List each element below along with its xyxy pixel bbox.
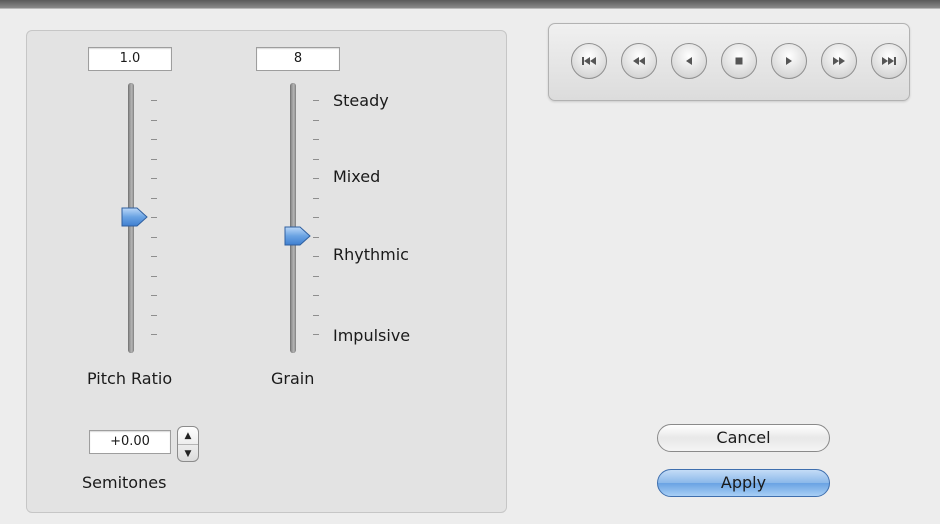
slider-tick	[313, 275, 319, 277]
slider-tick	[151, 256, 157, 257]
slider-tick	[313, 100, 319, 101]
grain-field[interactable]: 8	[256, 47, 340, 71]
semitones-field[interactable]: +0.00	[89, 430, 171, 454]
grain-label: Grain	[271, 369, 315, 388]
grain-slider-knob[interactable]	[283, 225, 311, 247]
slider-tick	[151, 314, 157, 316]
slider-tick	[313, 139, 319, 140]
grain-scale-steady: Steady	[333, 91, 389, 110]
slider-tick	[313, 334, 319, 335]
slider-tick	[151, 178, 157, 179]
slider-tick	[151, 119, 157, 121]
slider-tick	[313, 217, 319, 218]
cancel-button[interactable]: Cancel	[657, 424, 830, 452]
semitones-stepper[interactable]: ▲ ▼	[177, 426, 199, 462]
slider-tick	[313, 158, 319, 160]
semitones-label: Semitones	[82, 473, 167, 492]
grain-scale-impulsive: Impulsive	[333, 326, 411, 345]
grain-slider-track[interactable]	[290, 83, 296, 353]
slider-tick	[313, 314, 319, 316]
slider-tick	[313, 256, 319, 257]
slider-tick	[151, 295, 157, 296]
grain-scale-rhythmic: Rhythmic	[333, 245, 409, 264]
slider-tick	[151, 334, 157, 335]
skip-to-end-icon[interactable]	[871, 43, 907, 79]
window-top-divider	[0, 8, 940, 9]
stepper-up-arrow-icon[interactable]: ▲	[178, 427, 198, 444]
slider-tick	[151, 100, 157, 101]
apply-button[interactable]: Apply	[657, 469, 830, 497]
fast-forward-icon[interactable]	[821, 43, 857, 79]
grain-scale-mixed: Mixed	[333, 167, 381, 186]
slider-tick	[313, 119, 319, 121]
slider-tick	[313, 197, 319, 199]
slider-tick	[313, 295, 319, 296]
play-icon[interactable]	[771, 43, 807, 79]
rewind-icon[interactable]	[621, 43, 657, 79]
step-back-icon[interactable]	[671, 43, 707, 79]
slider-tick	[151, 197, 157, 199]
slider-tick	[151, 236, 157, 238]
stepper-down-arrow-icon[interactable]: ▼	[178, 444, 198, 462]
pitch-ratio-label: Pitch Ratio	[87, 369, 173, 388]
slider-tick	[151, 275, 157, 277]
stop-icon[interactable]	[721, 43, 757, 79]
skip-to-start-icon[interactable]	[571, 43, 607, 79]
slider-tick	[313, 236, 319, 238]
transport-controls	[548, 23, 910, 101]
pitch-ratio-slider-knob[interactable]	[120, 206, 148, 228]
slider-tick	[151, 139, 157, 140]
slider-tick	[151, 217, 157, 218]
slider-tick	[151, 158, 157, 160]
pitch-ratio-field[interactable]: 1.0	[88, 47, 172, 71]
window-top-edge	[0, 0, 940, 8]
slider-tick	[313, 178, 319, 179]
